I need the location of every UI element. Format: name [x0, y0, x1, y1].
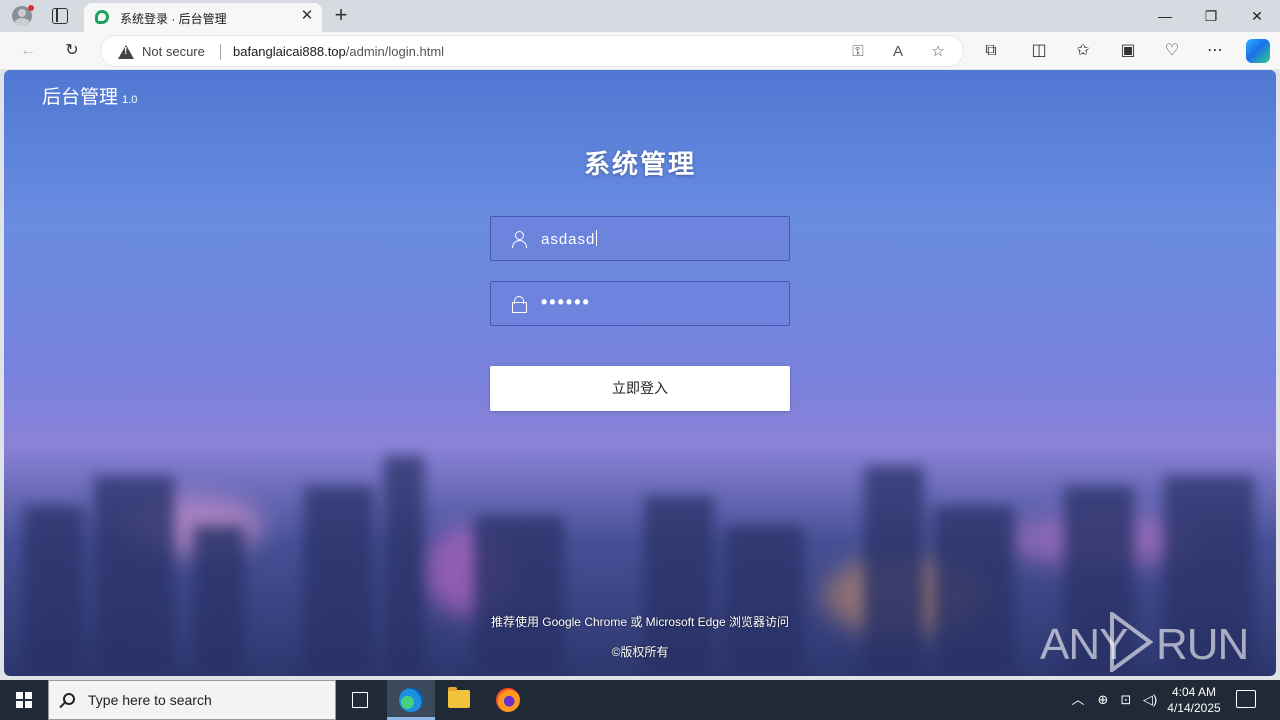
network-icon[interactable]: ⊡	[1116, 680, 1136, 720]
taskbar-clock[interactable]: 4:04 AM 4/14/2025	[1158, 684, 1230, 716]
task-view-icon	[352, 692, 368, 708]
new-tab-button[interactable]: +	[330, 4, 352, 26]
read-aloud-icon[interactable]: A	[887, 41, 909, 63]
edge-icon	[399, 688, 423, 712]
login-page: 后台管理 1.0 系统管理 asdasd •••••• 立即登入 推荐使用 Goo…	[4, 70, 1276, 676]
split-screen-icon[interactable]: ◫	[1027, 39, 1051, 63]
tab-actions-icon[interactable]	[52, 8, 68, 24]
firefox-icon	[496, 688, 520, 712]
warning-icon	[118, 45, 134, 59]
url-path: /admin/login.html	[345, 44, 445, 59]
show-hidden-icons-chevron-icon[interactable]: ︿	[1068, 680, 1088, 720]
text-caret	[596, 230, 598, 246]
taskbar-edge[interactable]	[387, 680, 435, 720]
username-input-value[interactable]: asdasd	[541, 230, 598, 248]
page-title: 系统管理	[583, 149, 696, 179]
minimize-button[interactable]: —	[1142, 0, 1188, 32]
url-text[interactable]: bafanglaicai888.top/admin/login.html	[233, 44, 444, 59]
browser-tab-active[interactable]: 系统登录 · 后台管理 ✕	[84, 3, 322, 32]
extensions-icon[interactable]: ⧉	[979, 39, 1003, 63]
search-icon	[63, 693, 75, 705]
security-label[interactable]: Not secure	[142, 44, 205, 59]
notification-icon[interactable]	[1236, 690, 1256, 708]
brand-version: 1.0	[122, 94, 138, 106]
restore-button[interactable]: ❐	[1188, 0, 1234, 32]
profile-notification-dot	[28, 5, 34, 11]
back-arrow-icon[interactable]: ←	[16, 39, 40, 63]
taskbar-search-box[interactable]: Type here to search	[48, 680, 336, 720]
browser-toolbar: ← ↻ Not secure bafanglaicai888.top/admin…	[0, 32, 1280, 70]
address-bar[interactable]: Not secure bafanglaicai888.top/admin/log…	[100, 35, 964, 67]
browser-titlebar: 系统登录 · 后台管理 ✕ + — ❐ ✕	[0, 0, 1280, 32]
url-host: bafanglaicai888.top	[233, 44, 346, 59]
taskbar-file-explorer[interactable]	[435, 680, 483, 720]
task-view-button[interactable]	[336, 680, 384, 720]
watermark-right: RUN	[1156, 620, 1249, 669]
tab-close-icon[interactable]: ✕	[298, 7, 316, 25]
browser-essentials-icon[interactable]: ♡	[1160, 39, 1184, 63]
taskbar-firefox[interactable]	[484, 680, 532, 720]
folder-icon	[448, 687, 470, 708]
play-triangle-icon	[1110, 612, 1154, 672]
volume-icon[interactable]: ◁)	[1140, 680, 1160, 720]
tab-title: 系统登录 · 后台管理	[120, 12, 227, 26]
password-field[interactable]: ••••••	[490, 281, 790, 326]
start-button[interactable]	[0, 680, 48, 720]
close-window-button[interactable]: ✕	[1234, 0, 1280, 32]
refresh-icon[interactable]: ↻	[60, 39, 84, 63]
copilot-icon[interactable]	[1246, 39, 1270, 63]
favorite-star-icon[interactable]: ☆	[927, 41, 949, 63]
brand-name: 后台管理	[42, 87, 119, 108]
collections-icon[interactable]: ▣	[1116, 39, 1140, 63]
user-icon	[511, 231, 527, 248]
site-favicon-icon	[95, 10, 109, 24]
login-button[interactable]: 立即登入	[490, 366, 790, 411]
search-placeholder: Type here to search	[88, 692, 212, 708]
password-input-value[interactable]: ••••••	[541, 292, 591, 313]
anyrun-watermark: ANY RUN	[1040, 610, 1249, 674]
address-separator	[220, 44, 221, 60]
username-field[interactable]: asdasd	[490, 216, 790, 261]
brand-logo: 后台管理 1.0	[42, 82, 137, 109]
security-tray-icon[interactable]: ⊕	[1093, 680, 1113, 720]
windows-logo-icon	[16, 692, 32, 708]
more-menu-icon[interactable]: ⋯	[1203, 39, 1227, 63]
lock-icon	[511, 296, 527, 313]
favorites-icon[interactable]: ✩	[1071, 39, 1095, 63]
windows-taskbar: Type here to search ︿ ⊕ ⊡ ◁) 4:04 AM 4/1…	[0, 680, 1280, 720]
clock-date: 4/14/2025	[1167, 701, 1221, 715]
key-icon[interactable]: ⚿	[847, 41, 869, 63]
clock-time: 4:04 AM	[1171, 685, 1217, 699]
